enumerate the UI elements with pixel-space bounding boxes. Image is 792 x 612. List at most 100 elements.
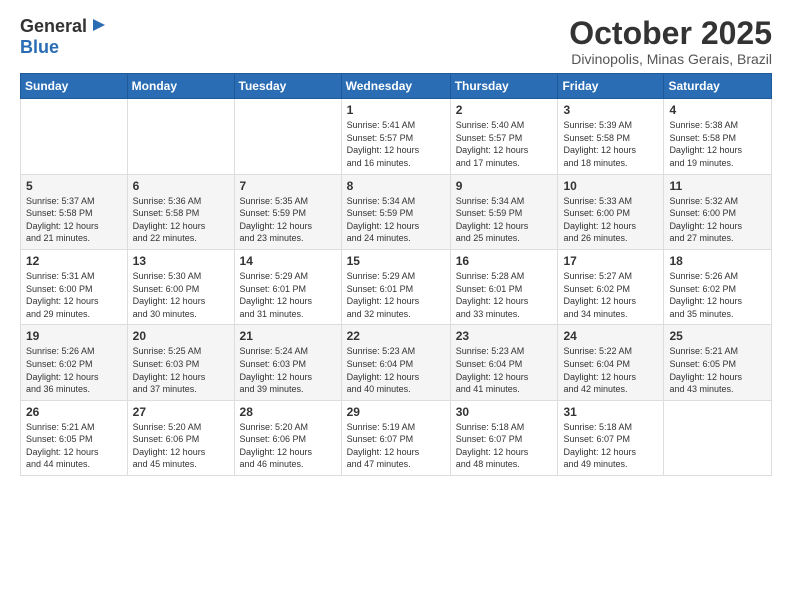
day-number: 16 xyxy=(456,254,553,268)
calendar-week-row: 5 Sunrise: 5:37 AM Sunset: 5:58 PM Daylig… xyxy=(21,174,772,249)
day-info: Sunrise: 5:19 AM Sunset: 6:07 PM Dayligh… xyxy=(347,421,445,471)
day-number: 12 xyxy=(26,254,122,268)
col-monday: Monday xyxy=(127,74,234,99)
day-info: Sunrise: 5:39 AM Sunset: 5:58 PM Dayligh… xyxy=(563,119,658,169)
day-number: 3 xyxy=(563,103,658,117)
day-number: 29 xyxy=(347,405,445,419)
day-info: Sunrise: 5:36 AM Sunset: 5:58 PM Dayligh… xyxy=(133,195,229,245)
day-number: 27 xyxy=(133,405,229,419)
col-tuesday: Tuesday xyxy=(234,74,341,99)
day-number: 19 xyxy=(26,329,122,343)
day-info: Sunrise: 5:34 AM Sunset: 5:59 PM Dayligh… xyxy=(456,195,553,245)
day-number: 17 xyxy=(563,254,658,268)
table-row: 31Sunrise: 5:18 AM Sunset: 6:07 PM Dayli… xyxy=(558,400,664,475)
day-info: Sunrise: 5:21 AM Sunset: 6:05 PM Dayligh… xyxy=(26,421,122,471)
day-number: 10 xyxy=(563,179,658,193)
col-thursday: Thursday xyxy=(450,74,558,99)
header: General Blue October 2025 Divinopolis, M… xyxy=(20,16,772,67)
table-row: 23 Sunrise: 5:23 AM Sunset: 6:04 PM Dayli… xyxy=(450,325,558,400)
col-wednesday: Wednesday xyxy=(341,74,450,99)
day-info: Sunrise: 5:23 AM Sunset: 6:04 PM Dayligh… xyxy=(456,345,553,395)
table-row: 5 Sunrise: 5:37 AM Sunset: 5:58 PM Daylig… xyxy=(21,174,128,249)
day-number: 14 xyxy=(240,254,336,268)
day-number: 23 xyxy=(456,329,553,343)
day-number: 25 xyxy=(669,329,766,343)
day-info: Sunrise: 5:37 AM Sunset: 5:58 PM Dayligh… xyxy=(26,195,122,245)
table-row xyxy=(21,99,128,174)
table-row: 28 Sunrise: 5:20 AM Sunset: 6:06 PM Dayli… xyxy=(234,400,341,475)
day-number: 5 xyxy=(26,179,122,193)
table-row: 26Sunrise: 5:21 AM Sunset: 6:05 PM Dayli… xyxy=(21,400,128,475)
day-info: Sunrise: 5:32 AM Sunset: 6:00 PM Dayligh… xyxy=(669,195,766,245)
table-row: 16 Sunrise: 5:28 AM Sunset: 6:01 PM Dayli… xyxy=(450,249,558,324)
table-row xyxy=(664,400,772,475)
calendar-week-row: 1Sunrise: 5:41 AM Sunset: 5:57 PM Daylig… xyxy=(21,99,772,174)
table-row: 1Sunrise: 5:41 AM Sunset: 5:57 PM Daylig… xyxy=(341,99,450,174)
day-number: 9 xyxy=(456,179,553,193)
table-row: 2 Sunrise: 5:40 AM Sunset: 5:57 PM Daylig… xyxy=(450,99,558,174)
day-info: Sunrise: 5:24 AM Sunset: 6:03 PM Dayligh… xyxy=(240,345,336,395)
table-row: 27 Sunrise: 5:20 AM Sunset: 6:06 PM Dayli… xyxy=(127,400,234,475)
col-saturday: Saturday xyxy=(664,74,772,99)
day-number: 2 xyxy=(456,103,553,117)
table-row: 14 Sunrise: 5:29 AM Sunset: 6:01 PM Dayli… xyxy=(234,249,341,324)
logo-blue-text: Blue xyxy=(20,37,59,57)
day-number: 13 xyxy=(133,254,229,268)
table-row: 3 Sunrise: 5:39 AM Sunset: 5:58 PM Daylig… xyxy=(558,99,664,174)
table-row: 22Sunrise: 5:23 AM Sunset: 6:04 PM Dayli… xyxy=(341,325,450,400)
table-row: 12 Sunrise: 5:31 AM Sunset: 6:00 PM Dayli… xyxy=(21,249,128,324)
day-number: 11 xyxy=(669,179,766,193)
day-info: Sunrise: 5:25 AM Sunset: 6:03 PM Dayligh… xyxy=(133,345,229,395)
day-info: Sunrise: 5:34 AM Sunset: 5:59 PM Dayligh… xyxy=(347,195,445,245)
main-container: General Blue October 2025 Divinopolis, M… xyxy=(0,0,792,486)
table-row: 20 Sunrise: 5:25 AM Sunset: 6:03 PM Dayli… xyxy=(127,325,234,400)
day-info: Sunrise: 5:18 AM Sunset: 6:07 PM Dayligh… xyxy=(456,421,553,471)
day-info: Sunrise: 5:30 AM Sunset: 6:00 PM Dayligh… xyxy=(133,270,229,320)
calendar-week-row: 19 Sunrise: 5:26 AM Sunset: 6:02 PM Dayli… xyxy=(21,325,772,400)
day-number: 4 xyxy=(669,103,766,117)
table-row: 15 Sunrise: 5:29 AM Sunset: 6:01 PM Dayli… xyxy=(341,249,450,324)
day-info: Sunrise: 5:31 AM Sunset: 6:00 PM Dayligh… xyxy=(26,270,122,320)
day-info: Sunrise: 5:21 AM Sunset: 6:05 PM Dayligh… xyxy=(669,345,766,395)
day-info: Sunrise: 5:41 AM Sunset: 5:57 PM Dayligh… xyxy=(347,119,445,169)
page-subtitle: Divinopolis, Minas Gerais, Brazil xyxy=(569,51,772,67)
logo-general-text: General xyxy=(20,16,87,37)
day-number: 15 xyxy=(347,254,445,268)
table-row xyxy=(127,99,234,174)
day-number: 30 xyxy=(456,405,553,419)
table-row: 19 Sunrise: 5:26 AM Sunset: 6:02 PM Dayli… xyxy=(21,325,128,400)
day-info: Sunrise: 5:20 AM Sunset: 6:06 PM Dayligh… xyxy=(133,421,229,471)
calendar-table: Sunday Monday Tuesday Wednesday Thursday… xyxy=(20,73,772,476)
logo-triangle-icon xyxy=(89,17,105,33)
day-info: Sunrise: 5:20 AM Sunset: 6:06 PM Dayligh… xyxy=(240,421,336,471)
calendar-header-row: Sunday Monday Tuesday Wednesday Thursday… xyxy=(21,74,772,99)
day-number: 28 xyxy=(240,405,336,419)
table-row: 9 Sunrise: 5:34 AM Sunset: 5:59 PM Daylig… xyxy=(450,174,558,249)
table-row: 25 Sunrise: 5:21 AM Sunset: 6:05 PM Dayli… xyxy=(664,325,772,400)
day-info: Sunrise: 5:29 AM Sunset: 6:01 PM Dayligh… xyxy=(240,270,336,320)
day-number: 22 xyxy=(347,329,445,343)
day-info: Sunrise: 5:40 AM Sunset: 5:57 PM Dayligh… xyxy=(456,119,553,169)
table-row: 24Sunrise: 5:22 AM Sunset: 6:04 PM Dayli… xyxy=(558,325,664,400)
calendar-week-row: 26Sunrise: 5:21 AM Sunset: 6:05 PM Dayli… xyxy=(21,400,772,475)
day-info: Sunrise: 5:26 AM Sunset: 6:02 PM Dayligh… xyxy=(669,270,766,320)
table-row: 13 Sunrise: 5:30 AM Sunset: 6:00 PM Dayli… xyxy=(127,249,234,324)
table-row: 10 Sunrise: 5:33 AM Sunset: 6:00 PM Dayli… xyxy=(558,174,664,249)
table-row: 4Sunrise: 5:38 AM Sunset: 5:58 PM Daylig… xyxy=(664,99,772,174)
day-info: Sunrise: 5:33 AM Sunset: 6:00 PM Dayligh… xyxy=(563,195,658,245)
table-row: 17Sunrise: 5:27 AM Sunset: 6:02 PM Dayli… xyxy=(558,249,664,324)
day-info: Sunrise: 5:28 AM Sunset: 6:01 PM Dayligh… xyxy=(456,270,553,320)
day-info: Sunrise: 5:29 AM Sunset: 6:01 PM Dayligh… xyxy=(347,270,445,320)
table-row: 6 Sunrise: 5:36 AM Sunset: 5:58 PM Daylig… xyxy=(127,174,234,249)
title-block: October 2025 Divinopolis, Minas Gerais, … xyxy=(569,16,772,67)
col-sunday: Sunday xyxy=(21,74,128,99)
page-title: October 2025 xyxy=(569,16,772,51)
table-row: 30 Sunrise: 5:18 AM Sunset: 6:07 PM Dayli… xyxy=(450,400,558,475)
day-number: 6 xyxy=(133,179,229,193)
day-number: 18 xyxy=(669,254,766,268)
day-info: Sunrise: 5:35 AM Sunset: 5:59 PM Dayligh… xyxy=(240,195,336,245)
day-number: 20 xyxy=(133,329,229,343)
day-number: 8 xyxy=(347,179,445,193)
day-info: Sunrise: 5:26 AM Sunset: 6:02 PM Dayligh… xyxy=(26,345,122,395)
day-info: Sunrise: 5:18 AM Sunset: 6:07 PM Dayligh… xyxy=(563,421,658,471)
